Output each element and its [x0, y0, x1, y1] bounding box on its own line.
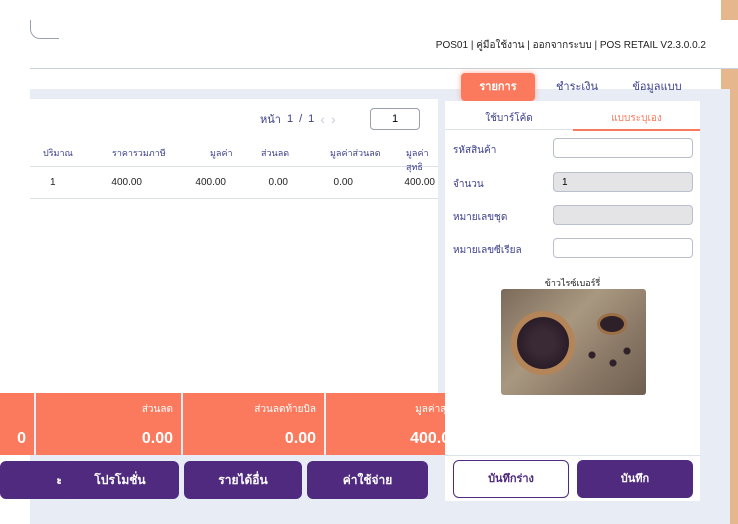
tab-items[interactable]: รายการ: [461, 73, 535, 101]
pager: หน้า 1 / 1 ‹ ›: [260, 110, 336, 128]
cell-price: 400.00: [111, 177, 142, 188]
top-left-corner: [30, 20, 59, 39]
pager-sep: /: [299, 113, 303, 125]
cell-discount-value: 0.00: [333, 177, 353, 188]
promotion-button[interactable]: โปรโมชั่น: [61, 461, 179, 499]
save-button[interactable]: บันทึก: [577, 460, 693, 498]
tab-info[interactable]: ข้อมูลแบบ: [617, 73, 697, 101]
set-number-label: หมายเลขชุด: [453, 212, 508, 223]
total-discount: ส่วนลด 0.00: [36, 393, 181, 455]
chevron-right-icon[interactable]: ›: [331, 111, 336, 127]
top-bar: POS01 | คู่มือใช้งาน | ออกจากระบบ | POS …: [30, 20, 738, 69]
cell-net-value: 400.00: [404, 177, 435, 188]
tab-barcode[interactable]: ใช้บาร์โค้ด: [445, 108, 573, 130]
cell-discount: 0.00: [268, 177, 288, 188]
other-income-button[interactable]: รายได้อื่น: [184, 461, 302, 499]
tab-payment[interactable]: ชำระเงิน: [541, 73, 613, 101]
serial-field[interactable]: [553, 238, 693, 258]
table-row[interactable]: 1 400.00 400.00 0.00 0.00 400.00: [30, 166, 438, 199]
set-number-field[interactable]: [553, 205, 693, 225]
right-tabs: รายการ ชำระเงิน ข้อมูลแบบ: [445, 73, 700, 101]
total-partial-value: 0: [17, 430, 26, 447]
header-info[interactable]: POS01 | คู่มือใช้งาน | ออกจากระบบ | POS …: [436, 38, 706, 53]
chevron-left-icon[interactable]: ‹: [320, 111, 325, 127]
tab-manual[interactable]: แบบระบุเอง: [573, 108, 700, 131]
pager-label: หน้า: [260, 114, 281, 126]
divider: [445, 455, 700, 456]
col-qty: ปริมาณ: [43, 148, 73, 158]
cell-qty: 1: [50, 177, 56, 188]
col-discount: ส่วนลด: [261, 148, 290, 158]
col-discount-value: มูลค่าส่วนลด: [330, 148, 381, 158]
total-partial: 0: [0, 393, 34, 455]
table-header: ปริมาณ ราคารวมภาษี มูลค่า ส่วนลด มูลค่าส…: [30, 140, 438, 172]
input-mode-tabs: ใช้บาร์โค้ด แบบระบุเอง: [445, 108, 700, 131]
pager-current: 1: [286, 113, 294, 125]
code-label: รหัสสินค้า: [453, 145, 497, 156]
qty-label: จำนวน: [453, 179, 484, 190]
totals-bar: 0 ส่วนลด 0.00 ส่วนลดท้ายบิล 0.00 มูลค่าส…: [0, 393, 467, 455]
pager-total: 1: [308, 113, 315, 125]
col-value: มูลค่า: [210, 148, 233, 158]
cell-value: 400.00: [195, 177, 226, 188]
save-draft-button[interactable]: บันทึกร่าง: [453, 460, 569, 498]
page-input[interactable]: 1: [370, 108, 420, 130]
product-name: ข้าวไรซ์เบอร์รี่: [544, 278, 601, 288]
qty-field[interactable]: 1: [553, 172, 693, 192]
total-bill-discount: ส่วนลดท้ายบิล 0.00: [183, 393, 324, 455]
serial-label: หมายเลขซีเรียล: [453, 245, 522, 256]
product-image: [501, 289, 646, 395]
action-bar: ะสม โปรโมชั่น รายได้อื่น ค่าใช้จ่าย: [0, 461, 438, 499]
col-price-incl-tax: ราคารวมภาษี: [112, 148, 166, 158]
expense-button[interactable]: ค่าใช้จ่าย: [307, 461, 428, 499]
code-field[interactable]: [553, 138, 693, 158]
